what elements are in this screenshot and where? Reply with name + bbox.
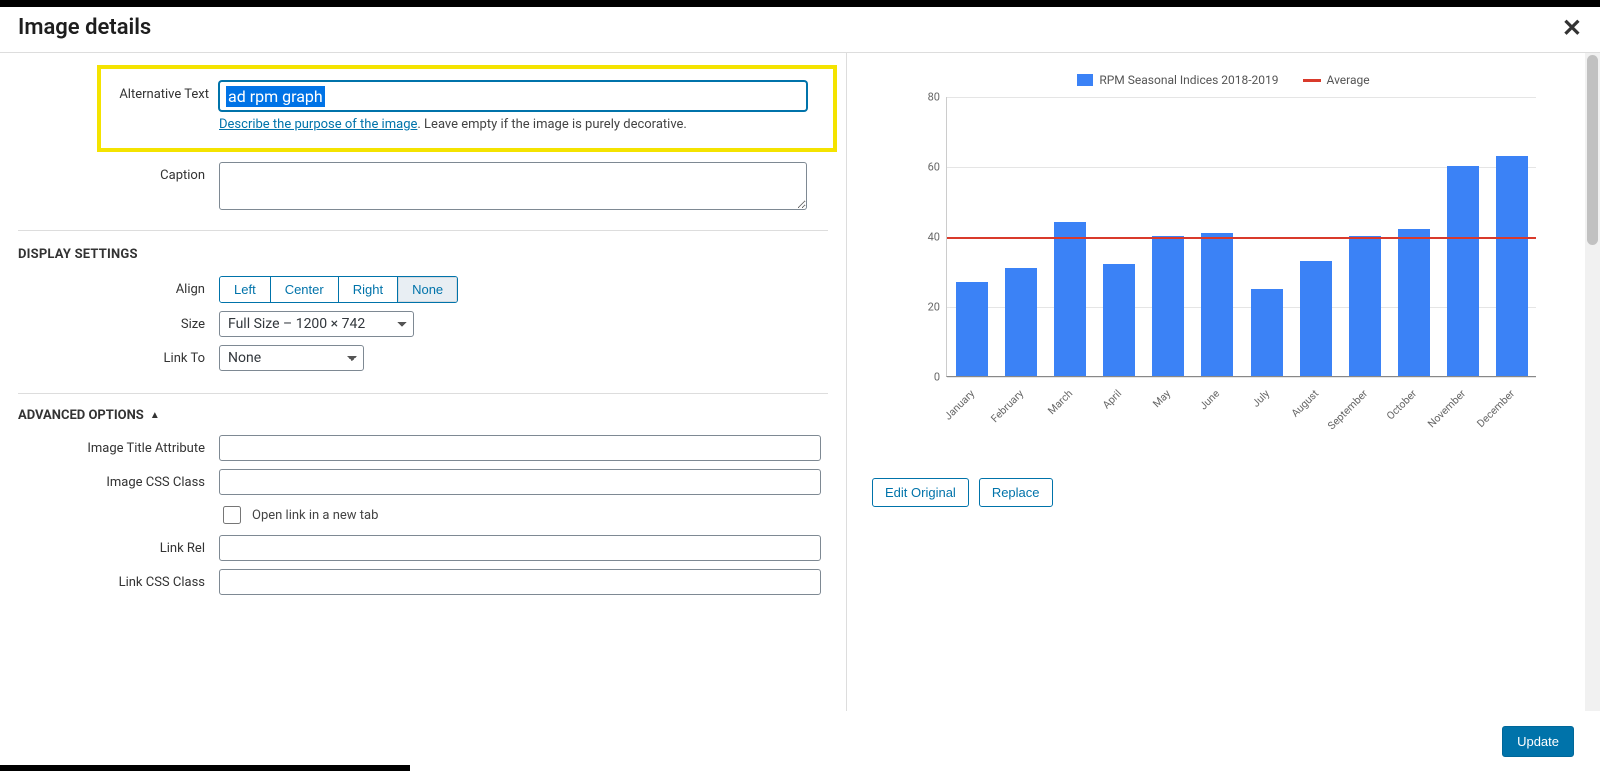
open-new-tab-row[interactable]: Open link in a new tab	[219, 503, 821, 527]
x-tick-label: May	[1150, 387, 1173, 410]
window-top-border	[0, 0, 1600, 7]
edit-original-button[interactable]: Edit Original	[872, 478, 969, 507]
display-settings-title: DISPLAY SETTINGS	[0, 231, 846, 272]
preview-scrollbar[interactable]	[1585, 53, 1600, 712]
x-tick-label: January	[941, 387, 977, 423]
chart-bar	[1152, 236, 1184, 376]
chart-bar	[1496, 156, 1528, 377]
alt-text-input[interactable]: ad rpm graph	[219, 81, 807, 111]
link-rel-label: Link Rel	[0, 535, 219, 556]
alt-text-value: ad rpm graph	[226, 86, 325, 107]
preview-panel: RPM Seasonal Indices 2018-2019 Average 0…	[847, 53, 1600, 712]
x-tick-label: October	[1384, 387, 1419, 422]
align-center-button[interactable]: Center	[271, 277, 339, 302]
link-css-label: Link CSS Class	[0, 569, 219, 590]
advanced-options-toggle[interactable]: ADVANCED OPTIONS ▲	[0, 394, 846, 431]
chart-bar	[1201, 233, 1233, 377]
y-tick-label: 20	[910, 301, 940, 314]
preview-scrollbar-thumb[interactable]	[1587, 55, 1598, 245]
replace-button[interactable]: Replace	[979, 478, 1053, 507]
align-none-button[interactable]: None	[398, 277, 457, 302]
link-to-label: Link To	[0, 345, 219, 366]
settings-panel: Alternative Text ad rpm graph Describe t…	[0, 53, 847, 712]
link-css-input[interactable]	[219, 569, 821, 595]
x-tick-label: December	[1475, 387, 1518, 430]
chart-preview: RPM Seasonal Indices 2018-2019 Average 0…	[911, 73, 1536, 443]
window-bottom-border	[0, 765, 410, 771]
chart-bar	[1103, 264, 1135, 376]
image-title-input[interactable]	[219, 435, 821, 461]
link-rel-input[interactable]	[219, 535, 821, 561]
alt-text-label: Alternative Text	[109, 81, 219, 102]
image-title-label: Image Title Attribute	[0, 435, 219, 456]
open-new-tab-checkbox[interactable]	[223, 506, 241, 524]
chart-bar	[1251, 289, 1283, 377]
dialog-header: Image details ✕	[0, 7, 1600, 53]
alt-text-hint: Describe the purpose of the image. Leave…	[219, 117, 825, 132]
chart-bar	[956, 282, 988, 377]
align-button-group: Left Center Right None	[219, 276, 458, 303]
update-button[interactable]: Update	[1502, 726, 1574, 757]
chart-bar	[1447, 166, 1479, 376]
image-css-label: Image CSS Class	[0, 469, 219, 490]
x-tick-label: March	[1045, 387, 1075, 417]
caret-up-icon: ▲	[150, 410, 160, 421]
align-label: Align	[0, 276, 219, 297]
chart-average-line	[947, 237, 1536, 239]
size-select[interactable]: Full Size – 1200 × 742	[219, 311, 414, 337]
x-tick-label: July	[1249, 387, 1272, 410]
y-tick-label: 40	[910, 231, 940, 244]
caption-input[interactable]	[219, 162, 807, 210]
legend-line-icon	[1303, 79, 1321, 82]
y-tick-label: 0	[910, 371, 940, 384]
open-new-tab-label: Open link in a new tab	[252, 508, 378, 523]
chart-bar	[1398, 229, 1430, 376]
close-icon[interactable]: ✕	[1562, 16, 1582, 40]
x-tick-label: August	[1288, 387, 1321, 420]
align-left-button[interactable]: Left	[220, 277, 271, 302]
image-css-input[interactable]	[219, 469, 821, 495]
chart-bar	[1005, 268, 1037, 377]
legend-series: RPM Seasonal Indices 2018-2019	[1077, 73, 1278, 87]
dialog-title: Image details	[18, 15, 151, 40]
y-tick-label: 80	[910, 91, 940, 104]
link-to-select[interactable]: None	[219, 345, 364, 371]
x-tick-label: November	[1425, 387, 1468, 430]
caption-label: Caption	[0, 162, 219, 183]
x-tick-label: September	[1325, 387, 1370, 432]
x-tick-label: April	[1100, 387, 1124, 411]
alt-text-hint-link[interactable]: Describe the purpose of the image	[219, 117, 417, 132]
alt-text-highlight: Alternative Text ad rpm graph Describe t…	[97, 65, 837, 152]
chart-plot-area: 020406080JanuaryFebruaryMarchAprilMayJun…	[946, 97, 1536, 377]
dialog-footer: Update	[0, 711, 1600, 771]
align-right-button[interactable]: Right	[339, 277, 398, 302]
x-tick-label: June	[1197, 387, 1222, 412]
size-label: Size	[0, 311, 219, 332]
chart-bar	[1054, 222, 1086, 376]
y-tick-label: 60	[910, 161, 940, 174]
chart-bar	[1300, 261, 1332, 377]
x-tick-label: February	[988, 387, 1026, 425]
legend-average: Average	[1303, 73, 1370, 87]
chart-bar	[1349, 236, 1381, 376]
legend-swatch-icon	[1077, 74, 1093, 86]
